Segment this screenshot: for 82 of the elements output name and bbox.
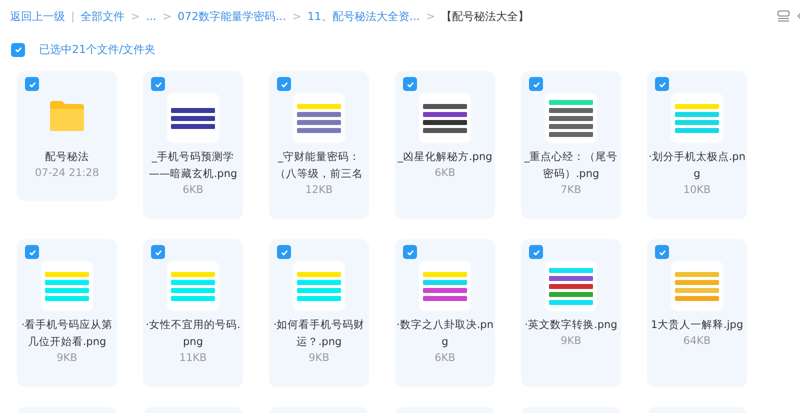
checkmark-icon [154,248,162,256]
chevron: > [426,10,436,22]
file-size: 9KB [56,352,78,364]
checkmark-icon [28,80,36,88]
file-card[interactable]: ·如何看手机号码财运？.png 9KB [269,239,369,387]
file-size: 9KB [308,352,330,364]
file-card[interactable]: _手机号码预测学——暗藏玄机.png 6KB [143,71,243,219]
file-card[interactable]: _重点心经：（尾号密码）.png 7KB [521,71,621,219]
checkmark-icon [532,248,540,256]
file-checkbox[interactable] [529,77,543,91]
checkmark-icon [154,80,162,88]
file-size: 12KB [305,184,333,196]
file-name: ·如何看手机号码财运？.png [272,318,366,350]
breadcrumb-link[interactable]: 【配号秘法大全】 [441,8,530,24]
file-checkbox[interactable] [655,245,669,259]
thumbnail-drawing [167,93,219,143]
thumbnail-drawing [419,93,471,143]
thumbnail-drawing [167,261,219,311]
thumbnail-drawing [671,93,723,143]
file-size: 9KB [560,335,582,347]
file-checkbox[interactable] [403,245,417,259]
file-card[interactable]: ·数字之八卦取决.png 6KB [395,239,495,387]
checkmark-icon [280,248,288,256]
file-card[interactable]: ·看手机号码应从第几位开始看.png 9KB [17,239,117,387]
thumbnail-drawing [545,261,597,311]
file-size: 6KB [182,184,204,196]
thumbnail-drawing [545,93,597,143]
chevron: > [292,10,302,22]
checkmark-icon [532,80,540,88]
file-size: 6KB [434,167,456,179]
select-all-checkbox[interactable] [11,42,25,56]
file-checkbox[interactable] [403,77,417,91]
list-view-icon[interactable] [777,10,790,22]
thumbnail-drawing [41,261,93,311]
checkmark-icon [280,80,288,88]
file-checkbox[interactable] [25,77,39,91]
file-name: ·划分手机太极点.png [648,150,746,182]
checkmark-icon [28,248,36,256]
folder-card[interactable]: 配号秘法 07-24 21:28 [17,71,117,201]
file-name: ·数字之八卦取决.png [396,318,494,350]
selection-count: 已选中21个文件/文件夹 [39,42,156,57]
file-checkbox[interactable] [277,245,291,259]
file-name: _重点心经：（尾号密码）.png [523,150,619,182]
file-checkbox[interactable] [151,77,165,91]
file-size: 7KB [560,184,582,196]
file-checkbox[interactable] [655,77,669,91]
chevron: > [162,10,172,22]
thumbnail-drawing [293,261,345,311]
file-name: ·英文数字转换.png [524,318,618,333]
file-card[interactable]: ·英文数字转换.png 9KB [521,239,621,387]
separator: | [71,10,75,22]
folder-icon [48,99,86,133]
file-name: _凶星化解秘方.png [396,150,494,165]
file-name: ·女性不宜用的号码.png [144,318,242,350]
checkmark-icon [658,80,666,88]
file-checkbox[interactable] [277,77,291,91]
file-checkbox[interactable] [25,245,39,259]
file-card[interactable]: _守财能量密码：（八等级，前三名 12KB [269,71,369,219]
file-card[interactable]: _凶星化解秘方.png 6KB [395,71,495,219]
chevron: > [130,10,140,22]
file-name: _手机号码预测学——暗藏玄机.png [148,150,238,182]
file-name: 1大贵人一解释.jpg [650,318,744,333]
file-checkbox[interactable] [151,245,165,259]
checkmark-icon [658,248,666,256]
file-size: 10KB [683,184,711,196]
file-card[interactable]: ·划分手机太极点.png 10KB [647,71,747,219]
file-size: 6KB [434,352,456,364]
checkmark-icon [406,248,414,256]
file-date: 07-24 21:28 [34,167,100,179]
file-card[interactable]: 1大贵人一解释.jpg 64KB [647,239,747,387]
checkmark-icon [406,80,414,88]
thumbnail-drawing [419,261,471,311]
checkmark-icon [14,45,22,54]
file-card[interactable]: ·女性不宜用的号码.png 11KB [143,239,243,387]
file-name: ·看手机号码应从第几位开始看.png [20,318,114,350]
file-name: _守财能量密码：（八等级，前三名 [274,150,364,182]
file-checkbox[interactable] [529,245,543,259]
file-name: 配号秘法 [44,150,90,165]
file-size: 11KB [179,352,207,364]
thumbnail-drawing [671,261,723,311]
file-size: 64KB [683,335,711,347]
thumbnail-drawing [293,93,345,143]
